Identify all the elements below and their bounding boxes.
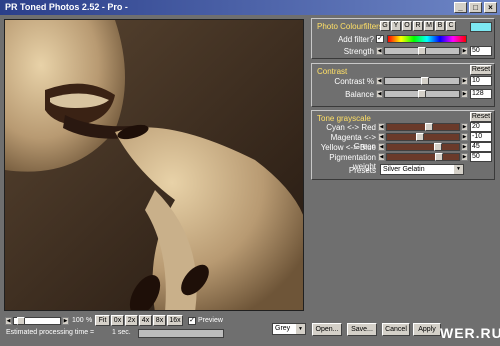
preview-label: Preview [198,317,223,324]
filter-button-m[interactable]: M [424,21,434,31]
yellow-blue-value[interactable]: 45 [470,142,492,152]
balance-value[interactable]: 128 [470,89,492,99]
strength-thumb[interactable] [418,47,426,55]
pigmentation-left-arrow[interactable]: ◀ [378,153,385,161]
cyan-red-label: Cyan <-> Red [326,123,376,132]
strength-left-arrow[interactable]: ◀ [376,47,383,55]
zoom-value: 100 [72,317,84,324]
window-title: PR Toned Photos 2.52 - Pro - [5,2,128,12]
save-button[interactable]: Save... [347,323,377,336]
contrast-value[interactable]: 10 [470,76,492,86]
title-bar: PR Toned Photos 2.52 - Pro - _ □ × [0,0,500,15]
zoom-fit-button[interactable]: Fit [95,315,110,326]
hue-spectrum-bar[interactable] [387,35,467,43]
pigmentation-thumb[interactable] [435,153,443,161]
estimate-value: 1 sec. [112,329,131,336]
presets-selected: Silver Gelatin [383,166,425,173]
cyan-red-right-arrow[interactable]: ▶ [461,123,468,131]
contrast-left-arrow[interactable]: ◀ [376,77,383,85]
filter-button-o[interactable]: O [402,21,412,31]
zoom-left-arrow[interactable]: ◀ [5,317,12,325]
zoom-16x-button[interactable]: 16x [167,315,183,326]
strength-value[interactable]: 50 [470,46,492,56]
magenta-green-slider[interactable] [386,133,460,141]
colourfilters-panel: Photo Colourfilters G Y O R M B C Add fi… [311,18,495,59]
contrast-right-arrow[interactable]: ▶ [461,77,468,85]
cyan-red-thumb[interactable] [425,123,433,131]
filter-button-y[interactable]: Y [391,21,401,31]
apply-button[interactable]: Apply [413,323,441,336]
mode-selected: Grey [275,325,291,332]
balance-left-arrow[interactable]: ◀ [376,90,383,98]
magenta-green-left-arrow[interactable]: ◀ [378,133,385,141]
magenta-green-thumb[interactable] [416,133,424,141]
minimize-button[interactable]: _ [454,2,467,13]
main-window: Photo Colourfilters G Y O R M B C Add fi… [0,15,500,346]
pigmentation-slider[interactable] [386,153,460,161]
yellow-blue-label: Yellow <-> Blue [320,143,376,152]
colourfilters-title: Photo Colourfilters [317,22,383,31]
zoom-thumb[interactable] [17,317,25,325]
balance-slider[interactable] [384,90,460,98]
zoom-right-arrow[interactable]: ▶ [62,317,69,325]
cyan-red-slider[interactable] [386,123,460,131]
filter-button-r[interactable]: R [413,21,423,31]
yellow-blue-right-arrow[interactable]: ▶ [461,143,468,151]
yellow-blue-left-arrow[interactable]: ◀ [378,143,385,151]
cyan-red-left-arrow[interactable]: ◀ [378,123,385,131]
mode-select[interactable]: Grey ▼ [272,323,306,335]
presets-select[interactable]: Silver Gelatin ▼ [380,164,464,175]
strength-right-arrow[interactable]: ▶ [461,47,468,55]
mode-dropdown-icon[interactable]: ▼ [296,324,305,334]
balance-thumb[interactable] [418,90,426,98]
magenta-green-right-arrow[interactable]: ▶ [461,133,468,141]
add-filter-checkbox[interactable]: ✓ [376,35,384,43]
contrast-thumb[interactable] [421,77,429,85]
zoom-slider[interactable] [13,317,61,325]
contrast-panel: Contrast Reset Contrast % ◀ ▶ 10 Balance… [311,63,495,107]
filter-button-g[interactable]: G [380,21,390,31]
cancel-button[interactable]: Cancel [382,323,410,336]
presets-label: Presets [348,166,376,175]
progress-bar [138,329,224,338]
yellow-blue-thumb[interactable] [434,143,442,151]
balance-label: Balance [345,90,374,99]
cyan-red-value[interactable]: 20 [470,122,492,132]
tone-reset-button[interactable]: Reset [470,112,492,122]
contrast-label: Contrast % [334,77,374,86]
preview-checkbox[interactable]: ✓ [188,317,196,325]
strength-label: Strength [343,47,374,56]
zoom-8x-button[interactable]: 8x [153,315,166,326]
maximize-button[interactable]: □ [469,2,482,13]
zoom-0x-button[interactable]: 0x [111,315,124,326]
contrast-title: Contrast [317,67,348,76]
pigmentation-right-arrow[interactable]: ▶ [461,153,468,161]
magenta-green-value[interactable]: -10 [470,132,492,142]
contrast-slider[interactable] [384,77,460,85]
open-button[interactable]: Open... [312,323,342,336]
contrast-reset-button[interactable]: Reset [470,65,492,75]
estimate-label: Estimated processing time = [6,329,95,336]
zoom-4x-button[interactable]: 4x [139,315,152,326]
yellow-blue-slider[interactable] [386,143,460,151]
strength-slider[interactable] [384,47,460,55]
zoom-2x-button[interactable]: 2x [125,315,138,326]
photo-preview[interactable] [4,19,304,311]
filter-button-c[interactable]: C [446,21,456,31]
tone-panel: Tone grayscale Reset Cyan <-> Red ◀ ▶ 20… [311,110,495,180]
tone-title: Tone grayscale [317,114,371,123]
sepia-photo [5,20,303,310]
pigmentation-value[interactable]: 50 [470,152,492,162]
close-button[interactable]: × [484,2,497,13]
add-filter-label: Add filter? [337,35,374,44]
filter-button-b[interactable]: B [435,21,445,31]
zoom-unit: % [86,317,93,324]
presets-dropdown-icon[interactable]: ▼ [454,165,463,174]
filter-color-swatch [470,22,492,32]
balance-right-arrow[interactable]: ▶ [461,90,468,98]
watermark: WER.RU [440,325,500,341]
